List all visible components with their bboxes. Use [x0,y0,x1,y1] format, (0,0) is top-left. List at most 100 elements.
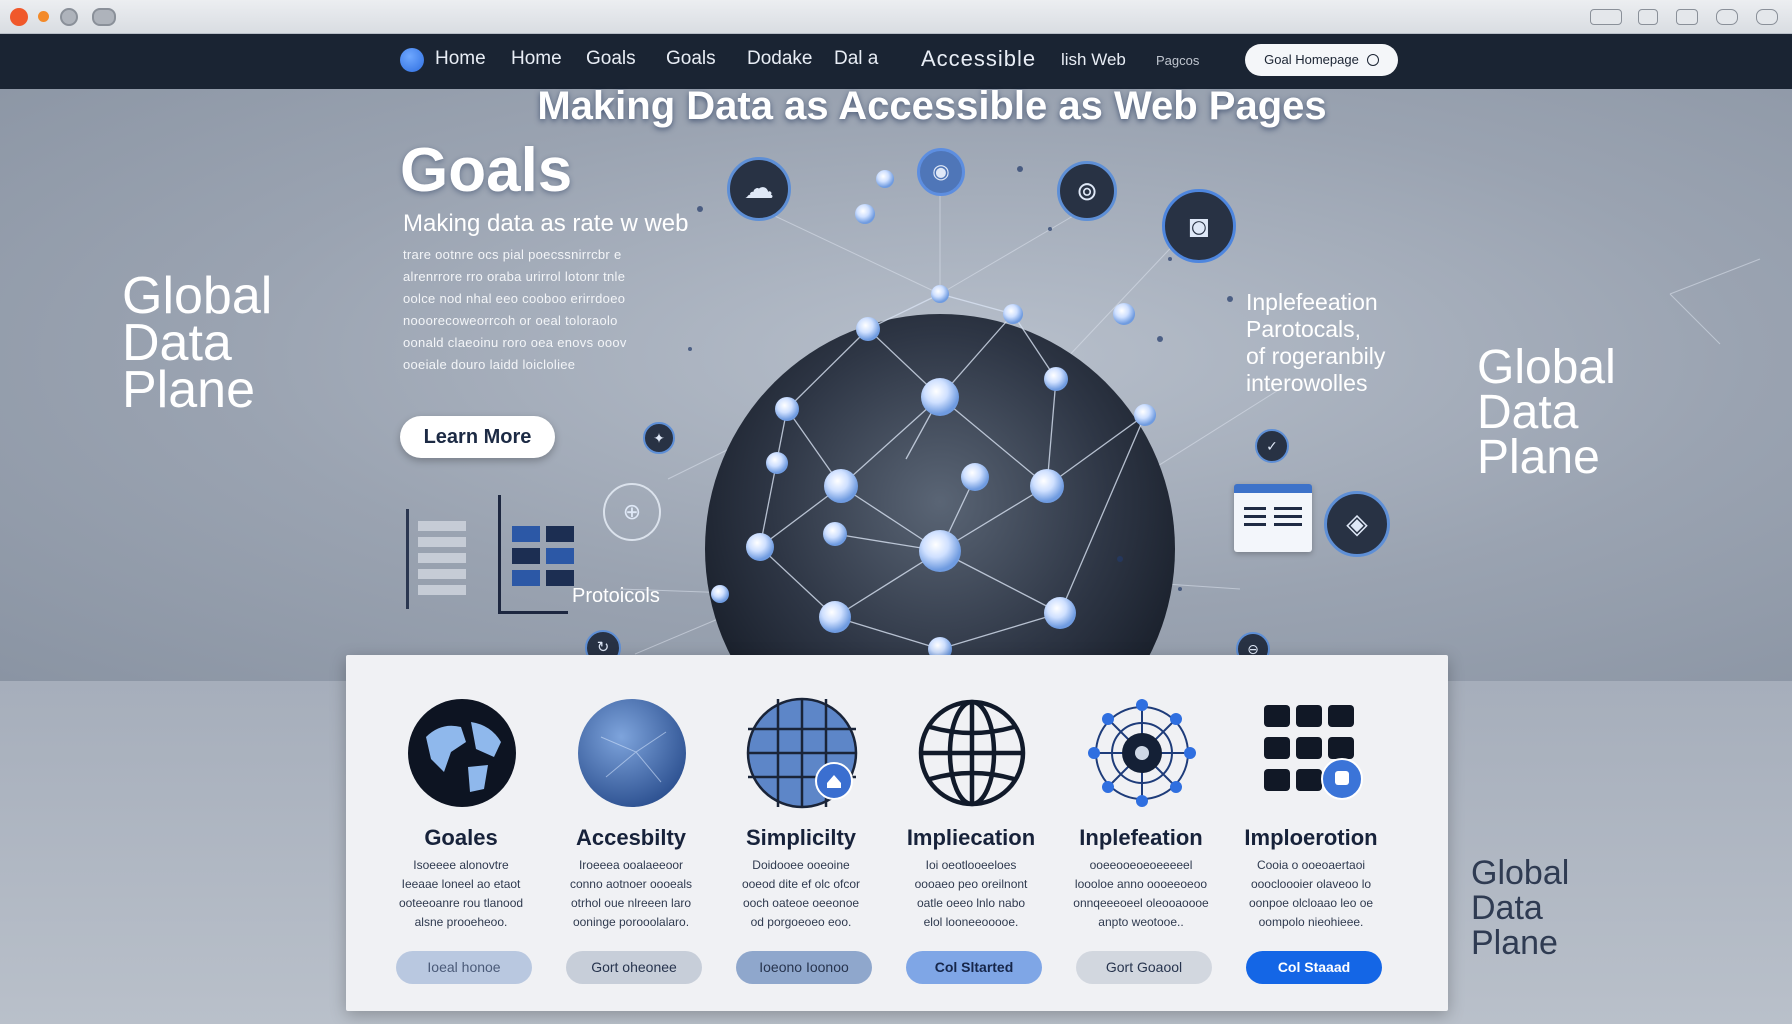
goal-homepage-label: Goal Homepage [1264,52,1359,67]
goals-line: oolce nod nhal eeo cooboo erirrdoeo [403,291,626,306]
check-icon: ✓ [1255,429,1289,463]
globe-dark-icon [408,699,516,807]
nav-link-data[interactable]: Dodake [747,48,813,70]
window-chrome [0,0,1792,34]
nav-link-pages[interactable]: Pagcos [1156,53,1199,68]
shield-icon: ⊕ [603,483,661,541]
desc-line: Ieeaae loneel ao etaot [401,877,521,891]
site-logo-icon[interactable] [400,48,424,72]
desc-line: Isoeeee alonovtre [413,858,509,872]
globe-sphere [705,314,1175,681]
desc-line: ooch oateoe oeeonoe [742,896,860,910]
label-line: Plane [1477,431,1600,484]
window-split-icon[interactable] [1638,9,1658,25]
grid-globe-icon [746,697,858,809]
feature-card-exploration: Imploerotion Cooia o ooeoaertaoi ooocloo… [1226,655,1396,1011]
goals-line: ooeiale douro laidd loicloliee [403,357,576,372]
label-line: Data [122,314,232,372]
implementation-protocols-note: Inplefeeation Parotocals, of rogeranbily… [1246,289,1385,397]
globe-blue-icon [578,699,686,807]
nav-link-web[interactable]: lish Web [1061,50,1126,70]
desc-line: oompolo nieohieee. [1258,915,1364,929]
close-window-button[interactable] [10,8,28,26]
card-description: Doidooee ooeoine ooeod dite ef olc ofcor… [721,856,881,932]
desc-line: Ioi oeotlooeeloes [925,858,1017,872]
card-title: Accesbilty [575,825,687,850]
desc-line: oonpoe olcloaao leo oe [1248,896,1374,910]
minimize-window-button[interactable] [38,11,49,22]
goals-description: trare ootnre ocs pial poecssnirrcbr e al… [403,244,703,376]
feature-card-goals: Goales Isoeeee alonovtre Ieeaae loneel a… [376,655,546,1011]
cloud-icon: ☁ [727,157,791,221]
card-button[interactable]: Gort Goaool [1076,951,1212,984]
desc-line: ooteeoanre rou tlanood [398,896,524,910]
card-button[interactable]: Ioeal honoe [396,951,532,984]
desc-line: conno aotnoer oooeals [569,877,693,891]
nav-link-home[interactable]: Home [435,48,486,70]
protocols-label: Protoicols [572,585,660,607]
desc-line: od porgoeoeo eoo. [750,915,852,929]
note-line: Parotocals, [1246,316,1362,342]
desc-line: loooloe anno oooeeoeoo [1074,877,1208,891]
goals-line: nooorecoweorrcoh or oeal toloraolo [403,313,618,328]
card-button-primary[interactable]: Col Staaad [1246,951,1382,984]
chat-icon: ◈ [1324,491,1390,557]
label-line: Data [1471,889,1543,927]
desc-line: ooeeooeoeoeeeeel [1089,858,1193,872]
goals-subtitle: Making data as rate w web [403,210,689,237]
feature-card-accessibility: Accesbilty Iroeeea ooalaeeoor conno aotn… [546,655,716,1011]
desc-line: Iroeeea ooalaeeoor [578,858,684,872]
left-global-data-plane-label: Global Data Plane [122,270,272,419]
goals-line: alrenrrore rro oraba urirrol lotonr tnle [403,269,626,284]
nav-link-home-2[interactable]: Home [511,48,562,70]
goal-homepage-button[interactable]: Goal Homepage [1245,44,1398,76]
card-description: Iroeeea ooalaeeoor conno aotnoer oooeals… [551,856,711,932]
card-title: Imploerotion [1244,825,1378,850]
label-line: Plane [1471,924,1558,962]
nav-link-accessible[interactable]: Accessible [921,46,1036,72]
desc-line: oooaeo peo oreilnont [914,877,1028,891]
note-line: interowolles [1246,370,1368,396]
nav-link-data-as[interactable]: Dal a [834,48,878,70]
hero-headline: Making Data as Accessible as Web Pages [537,84,1327,128]
link-icon [1366,54,1379,66]
card-button[interactable]: Gort oheonee [566,951,702,984]
desc-line: ooninge porooolalaro. [572,915,690,929]
camera-icon: ◙ [1162,189,1236,263]
bottom-global-data-plane-label: Global Data Plane [1471,856,1569,961]
right-global-data-plane-label: Global Data Plane [1477,344,1616,484]
window-extra-icon[interactable] [1756,9,1778,25]
window-layout-icon[interactable] [1590,9,1622,25]
note-line: of rogeranbily [1246,343,1386,369]
feature-cards-panel: Goales Isoeeee alonovtre Ieeaae loneel a… [346,655,1448,1011]
bar-chart-icon [406,495,586,629]
note-line: Inplefeeation [1246,289,1378,315]
card-title: Goales [424,825,498,850]
card-description: Ioi oeotlooeeloes oooaeo peo oreilnont o… [891,856,1051,932]
goals-line: trare ootnre ocs pial poecssnirrcbr e [403,247,622,262]
desc-line: Doidooee ooeoine [752,858,850,872]
network-node-icon [1088,699,1196,807]
top-navbar: Home Home Goals Goals Dodake Dal a Acces… [0,34,1792,89]
desc-line: anpto weotooe.. [1098,915,1184,929]
card-button[interactable]: Ioeono Ioonoo [736,951,872,984]
desc-line: Cooia o ooeoaertaoi [1256,858,1366,872]
card-button[interactable]: Col Sltarted [906,951,1042,984]
pin-icon: ◉ [917,148,965,196]
label-line: Plane [122,361,255,419]
learn-more-button[interactable]: Learn More [400,416,555,458]
tab-view-button[interactable] [92,8,116,26]
maximize-window-button[interactable] [60,8,78,26]
desc-line: onnqeeeoeel oleooaoooe [1073,896,1209,910]
desc-line: oatle oeeo lnlo nabo [916,896,1026,910]
nav-link-goals[interactable]: Goals [586,48,636,70]
desc-line: ooocloooier olaveoo lo [1250,877,1372,891]
leaf-icon: ✦ [643,422,675,454]
goals-line: oonald claeoinu roro oea enovs ooov [403,335,627,350]
nav-link-goals-2[interactable]: Goals [666,48,716,70]
window-restore-icon[interactable] [1676,9,1698,25]
feature-card-implication: Impliecation Ioi oeotlooeeloes oooaeo pe… [886,655,1056,1011]
label-line: Data [1477,386,1579,439]
window-fullscreen-icon[interactable] [1716,9,1738,25]
card-description: ooeeooeoeoeeeeel loooloe anno oooeeoeoo … [1061,856,1221,932]
